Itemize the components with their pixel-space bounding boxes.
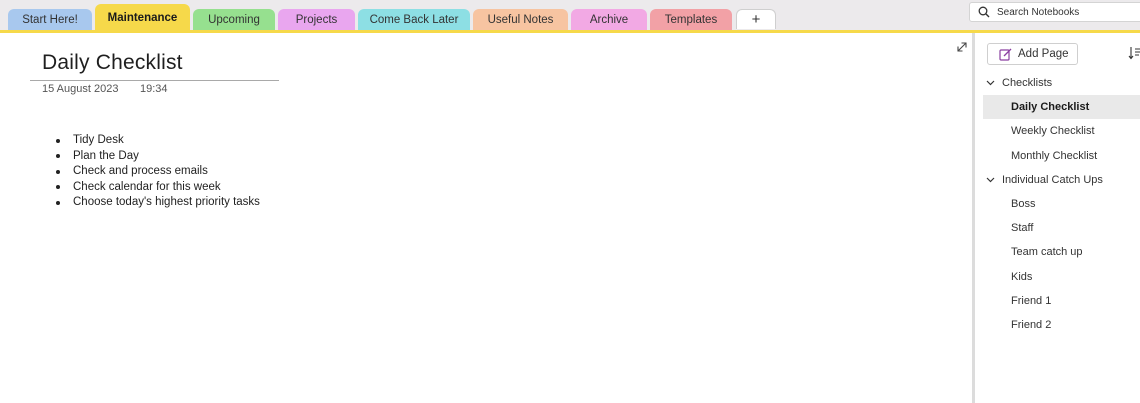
add-section-button[interactable]: + xyxy=(736,9,776,29)
chevron-down-icon xyxy=(986,177,995,183)
page-item-label: Weekly Checklist xyxy=(1011,125,1095,138)
page-item-label: Boss xyxy=(1011,198,1036,211)
list-item[interactable]: Plan the Day xyxy=(56,149,260,165)
list-item[interactable]: Tidy Desk xyxy=(56,133,260,149)
page-item-label: Kids xyxy=(1011,270,1033,283)
expand-icon[interactable] xyxy=(955,40,969,54)
checklist-bullets: Tidy Desk Plan the Day Check and process… xyxy=(56,133,260,211)
tab-label: Maintenance xyxy=(107,11,178,24)
tab-projects[interactable]: Projects xyxy=(278,9,355,30)
search-notebooks-input[interactable]: Search Notebooks xyxy=(969,2,1140,22)
tab-label: Templates xyxy=(664,13,718,26)
list-item-text: Check calendar for this week xyxy=(73,180,221,193)
page-list: Checklists Daily Checklist Weekly Checkl… xyxy=(983,71,1140,337)
tab-archive[interactable]: Archive xyxy=(571,9,647,30)
tab-start-here[interactable]: Start Here! xyxy=(8,9,92,30)
page-item-friend-1[interactable]: Friend 1 xyxy=(983,289,1140,313)
plus-icon: + xyxy=(751,11,761,28)
tab-useful-notes[interactable]: Useful Notes xyxy=(473,9,568,30)
section-group-label: Individual Catch Ups xyxy=(1002,173,1103,186)
list-item[interactable]: Check and process emails xyxy=(56,164,260,180)
list-item[interactable]: Choose today's highest priority tasks xyxy=(56,195,260,211)
pane-splitter[interactable] xyxy=(972,33,975,403)
add-page-button[interactable]: Add Page xyxy=(987,43,1078,65)
page-item-label: Friend 2 xyxy=(1011,318,1052,331)
bullet-icon xyxy=(56,169,60,174)
tab-templates[interactable]: Templates xyxy=(650,9,732,30)
active-section-underline xyxy=(0,30,1140,33)
page-item-monthly-checklist[interactable]: Monthly Checklist xyxy=(983,144,1140,168)
tab-label: Start Here! xyxy=(22,13,78,26)
page-item-daily-checklist[interactable]: Daily Checklist xyxy=(983,95,1140,120)
page-item-staff[interactable]: Staff xyxy=(983,216,1140,240)
page-title[interactable]: Daily Checklist xyxy=(42,51,183,75)
page-time: 19:34 xyxy=(140,83,168,95)
list-item-text: Tidy Desk xyxy=(73,134,124,146)
page-item-boss[interactable]: Boss xyxy=(983,192,1140,216)
tab-label: Archive xyxy=(589,13,629,26)
tab-upcoming[interactable]: Upcoming xyxy=(193,9,275,30)
page-item-weekly-checklist[interactable]: Weekly Checklist xyxy=(983,119,1140,143)
add-page-label: Add Page xyxy=(1018,48,1069,60)
search-icon xyxy=(978,6,990,18)
tab-come-back-later[interactable]: Come Back Later xyxy=(358,9,470,30)
list-item-text: Check and process emails xyxy=(73,165,208,177)
bullet-icon xyxy=(56,200,60,205)
section-group-checklists[interactable]: Checklists xyxy=(983,71,1140,95)
bullet-icon xyxy=(56,185,60,190)
sort-icon[interactable] xyxy=(1128,46,1140,60)
section-group-label: Checklists xyxy=(1002,77,1053,90)
page-item-label: Friend 1 xyxy=(1011,294,1052,307)
list-item[interactable]: Check calendar for this week xyxy=(56,180,260,196)
bullet-icon xyxy=(56,138,60,143)
title-underline xyxy=(30,80,279,81)
search-placeholder: Search Notebooks xyxy=(997,6,1080,18)
page-item-label: Team catch up xyxy=(1011,246,1083,259)
tab-maintenance[interactable]: Maintenance xyxy=(95,4,190,31)
chevron-down-icon xyxy=(986,80,995,86)
tab-label: Upcoming xyxy=(208,13,260,26)
page-item-label: Daily Checklist xyxy=(1011,101,1090,114)
page-item-label: Monthly Checklist xyxy=(1011,149,1098,162)
page-item-friend-2[interactable]: Friend 2 xyxy=(983,313,1140,337)
page-item-team-catch-up[interactable]: Team catch up xyxy=(983,240,1140,264)
tab-label: Come Back Later xyxy=(369,13,459,26)
section-tab-bar: Start Here! Maintenance Upcoming Project… xyxy=(0,0,1140,33)
add-page-icon xyxy=(999,48,1012,61)
bullet-icon xyxy=(56,154,60,159)
page-item-label: Staff xyxy=(1011,222,1034,235)
tab-label: Useful Notes xyxy=(487,13,554,26)
page-item-kids[interactable]: Kids xyxy=(983,265,1140,289)
tab-label: Projects xyxy=(295,13,338,26)
section-group-individual-catch-ups[interactable]: Individual Catch Ups xyxy=(983,168,1140,192)
list-item-text: Choose today's highest priority tasks xyxy=(73,196,260,208)
page-date: 15 August 2023 xyxy=(42,83,119,95)
list-item-text: Plan the Day xyxy=(73,149,139,162)
section-tabs: Start Here! Maintenance Upcoming Project… xyxy=(8,4,776,31)
